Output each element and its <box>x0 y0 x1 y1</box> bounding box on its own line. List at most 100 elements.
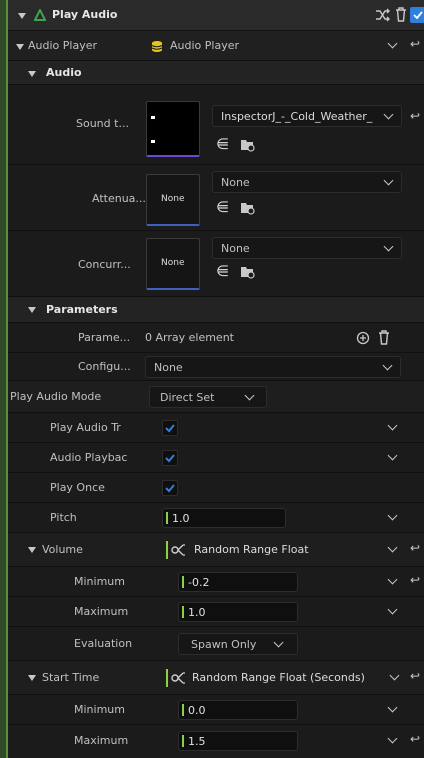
chevron-down-icon[interactable] <box>387 702 398 713</box>
chevron-down-icon[interactable] <box>383 109 394 120</box>
concurrency-thumbnail[interactable]: None <box>146 238 200 290</box>
evaluation-label: Evaluation <box>74 637 133 650</box>
browse-asset-icon[interactable]: ⋹ <box>216 198 229 216</box>
chevron-down-icon[interactable] <box>382 360 393 371</box>
pitch-label: Pitch <box>50 511 77 524</box>
number-indicator <box>182 576 184 588</box>
trash-icon[interactable] <box>395 7 407 22</box>
module-title: Play Audio <box>52 8 118 21</box>
chevron-down-icon[interactable] <box>383 241 394 252</box>
chevron-down-icon[interactable] <box>387 38 398 49</box>
audio-player-value[interactable]: Audio Player <box>170 39 239 52</box>
pitch-row: Pitch 1.0 <box>8 502 424 532</box>
start-time-maximum-input[interactable]: 1.5 <box>178 731 298 751</box>
chevron-down-icon[interactable] <box>387 733 398 744</box>
sound-asset-dropdown[interactable]: InspectorJ_-_Cold_Weather_ <box>212 105 402 127</box>
volume-label: Volume <box>42 543 83 556</box>
chevron-down-icon[interactable] <box>273 637 284 648</box>
details-panel: Play Audio Audio Player Audio Player ↩ A… <box>8 0 424 758</box>
parameters-section-header[interactable]: Parameters <box>8 296 424 322</box>
reset-arrow-icon[interactable]: ↩ <box>410 669 420 683</box>
dynamic-input-icon[interactable] <box>171 671 187 685</box>
collapse-arrow-icon[interactable] <box>28 675 36 681</box>
play-audio-mode-row: Play Audio Mode Direct Set <box>8 380 424 412</box>
chevron-down-icon[interactable] <box>387 574 398 585</box>
module-enabled-checkbox[interactable] <box>410 7 424 23</box>
play-audio-mode-dropdown[interactable]: Direct Set <box>149 386 267 408</box>
play-audio-mode-label: Play Audio Mode <box>10 390 102 403</box>
number-indicator <box>182 735 184 747</box>
configuration-row: Configu... None <box>8 352 424 380</box>
configuration-value: None <box>154 361 183 374</box>
expand-arrow-icon[interactable] <box>16 44 24 50</box>
collapse-arrow-icon[interactable] <box>28 547 36 553</box>
play-once-row: Play Once <box>8 472 424 502</box>
start-time-minimum-row: Minimum 0.0 <box>8 694 424 724</box>
shuffle-icon[interactable] <box>375 8 391 22</box>
chevron-down-icon[interactable] <box>387 542 398 553</box>
play-once-label: Play Once <box>50 481 105 494</box>
chevron-down-icon[interactable] <box>387 510 398 521</box>
play-once-checkbox[interactable] <box>162 480 178 496</box>
find-in-browser-icon[interactable] <box>240 137 256 153</box>
volume-value[interactable]: Random Range Float <box>194 543 309 556</box>
chevron-down-icon[interactable] <box>244 390 255 401</box>
chevron-down-icon[interactable] <box>389 670 400 681</box>
pitch-input[interactable]: 1.0 <box>162 508 286 528</box>
collapse-arrow-icon[interactable] <box>28 307 36 313</box>
configuration-dropdown[interactable]: None <box>145 356 401 378</box>
number-indicator <box>166 541 168 559</box>
attenuation-value: None <box>221 176 250 189</box>
reset-arrow-icon[interactable]: ↩ <box>410 109 420 123</box>
browse-asset-icon[interactable]: ⋹ <box>216 135 229 153</box>
evaluation-dropdown[interactable]: Spawn Only <box>178 633 298 655</box>
collapse-arrow-icon[interactable] <box>28 71 36 77</box>
volume-minimum-input[interactable]: -0.2 <box>178 572 298 592</box>
browse-asset-icon[interactable]: ⋹ <box>216 262 229 280</box>
start-time-row: Start Time Random Range Float (Seconds) … <box>8 660 424 694</box>
audio-playback-checkbox[interactable] <box>162 450 178 466</box>
start-time-maximum-label: Maximum <box>74 734 129 747</box>
module-header[interactable]: Play Audio <box>8 0 424 30</box>
volume-minimum-value: -0.2 <box>188 576 210 589</box>
attenuation-thumbnail[interactable]: None <box>146 174 200 226</box>
attenuation-row: Attenua... None None ⋹ <box>8 164 424 230</box>
audio-playback-row: Audio Playbac <box>8 442 424 472</box>
number-indicator <box>182 704 184 716</box>
add-element-icon[interactable] <box>356 331 370 345</box>
attenuation-dropdown[interactable]: None <box>212 171 402 193</box>
start-time-minimum-input[interactable]: 0.0 <box>178 700 298 720</box>
attenuation-label: Attenua... <box>92 192 146 205</box>
trash-icon[interactable] <box>378 330 390 345</box>
sound-asset-name: InspectorJ_-_Cold_Weather_ <box>221 110 373 123</box>
find-in-browser-icon[interactable] <box>240 200 256 216</box>
evaluation-value: Spawn Only <box>191 638 257 651</box>
concurrency-dropdown[interactable]: None <box>212 237 402 259</box>
parameters-array-count: 0 Array element <box>145 331 234 344</box>
number-indicator <box>166 669 168 687</box>
dynamic-input-icon[interactable] <box>171 543 187 557</box>
reset-arrow-icon[interactable]: ↩ <box>410 573 420 587</box>
reset-arrow-icon[interactable]: ↩ <box>410 37 420 51</box>
start-time-maximum-row: Maximum 1.5 ↩ <box>8 724 424 758</box>
find-in-browser-icon[interactable] <box>240 264 256 280</box>
volume-row: Volume Random Range Float ↩ <box>8 532 424 566</box>
play-audio-trigger-checkbox[interactable] <box>162 420 178 436</box>
attenuation-thumb-text: None <box>161 194 185 204</box>
audio-section-header[interactable]: Audio <box>8 60 424 84</box>
start-time-minimum-label: Minimum <box>74 703 125 716</box>
chevron-down-icon[interactable] <box>387 450 398 461</box>
concurrency-thumb-text: None <box>161 258 185 268</box>
collapse-arrow-icon[interactable] <box>18 13 26 19</box>
volume-maximum-input[interactable]: 1.0 <box>178 602 298 622</box>
start-time-value[interactable]: Random Range Float (Seconds) <box>192 671 382 684</box>
chevron-down-icon[interactable] <box>383 175 394 186</box>
sound-thumbnail[interactable] <box>146 101 200 157</box>
chevron-down-icon[interactable] <box>387 420 398 431</box>
reset-arrow-icon[interactable]: ↩ <box>410 541 420 555</box>
reset-arrow-icon[interactable]: ↩ <box>410 732 420 746</box>
sound-label: Sound t... <box>76 117 129 130</box>
chevron-down-icon[interactable] <box>387 604 398 615</box>
play-audio-mode-value: Direct Set <box>160 391 215 404</box>
parameters-row: Parame... 0 Array element <box>8 322 424 352</box>
